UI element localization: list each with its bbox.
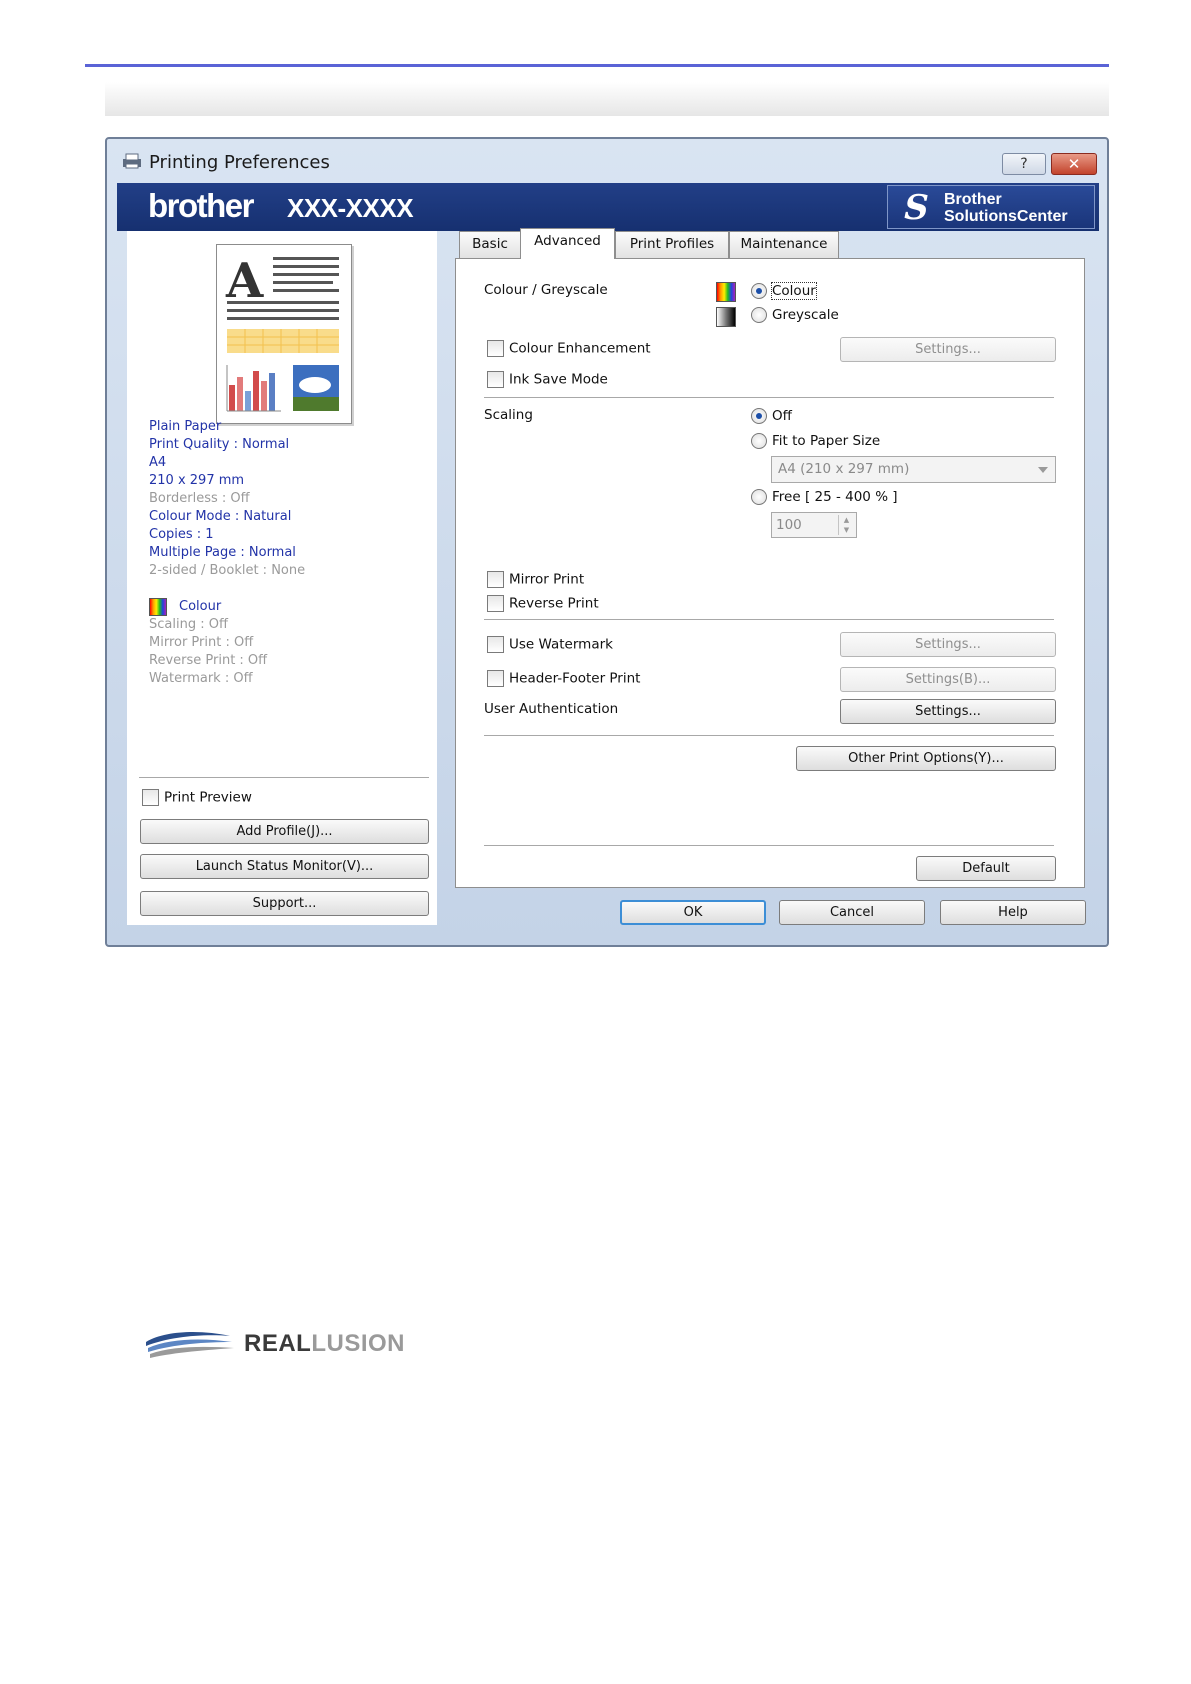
left-divider xyxy=(139,777,429,778)
greyscale-swatch-icon xyxy=(716,307,736,327)
model-name: XXX-XXXX xyxy=(287,193,414,223)
spin-buttons[interactable]: ▲ ▼ xyxy=(838,515,854,535)
ink-save-mode-checkbox[interactable]: Ink Save Mode xyxy=(487,371,608,388)
user-authentication-label: User Authentication xyxy=(484,701,619,717)
free-scaling-radio-button[interactable] xyxy=(751,489,767,505)
reallusion-swoosh-icon xyxy=(146,1332,234,1358)
fit-to-paper-size-radio[interactable]: Fit to Paper Size xyxy=(751,433,880,449)
summary-mirror-print: Mirror Print : Off xyxy=(149,635,254,650)
summary-colour-mode: Colour Mode : Natural xyxy=(149,509,292,524)
print-preview-thumbnail: A xyxy=(216,244,352,424)
scaling-label: Scaling xyxy=(484,407,533,423)
colour-radio-button[interactable] xyxy=(751,283,767,299)
other-print-options-button[interactable]: Other Print Options(Y)... xyxy=(796,746,1056,771)
greyscale-radio-button[interactable] xyxy=(751,307,767,323)
summary-print-quality: Print Quality : Normal xyxy=(149,437,290,452)
colour-icon xyxy=(149,598,167,616)
greyscale-radio[interactable]: Greyscale xyxy=(751,307,839,323)
top-rule xyxy=(85,64,1109,67)
summary-reverse-print: Reverse Print : Off xyxy=(149,653,268,668)
watermark-settings-button[interactable]: Settings... xyxy=(840,632,1056,657)
ok-button[interactable]: OK xyxy=(620,900,766,925)
title-bar[interactable]: Printing Preferences ? ✕ xyxy=(107,139,1107,181)
use-watermark-check[interactable] xyxy=(487,636,504,653)
divider xyxy=(484,735,1054,736)
use-watermark-checkbox[interactable]: Use Watermark xyxy=(487,636,613,653)
summary-media-type: Plain Paper xyxy=(149,419,222,434)
tab-advanced[interactable]: Advanced xyxy=(520,228,615,259)
header-footer-print-checkbox[interactable]: Header-Footer Print xyxy=(487,670,640,687)
spin-down-icon[interactable]: ▼ xyxy=(839,525,854,535)
colour-greyscale-label: Colour / Greyscale xyxy=(484,282,608,298)
solutions-center-label: Brother SolutionsCenter xyxy=(944,191,1068,225)
divider xyxy=(484,397,1054,398)
mirror-print-check[interactable] xyxy=(487,571,504,588)
colour-enhancement-settings-button[interactable]: Settings... xyxy=(840,337,1056,362)
summary-watermark: Watermark : Off xyxy=(149,671,253,686)
reverse-print-checkbox[interactable]: Reverse Print xyxy=(487,595,599,612)
close-button[interactable]: ✕ xyxy=(1051,153,1097,175)
reallusion-logo: REALLUSION xyxy=(142,1324,442,1364)
summary-copies: Copies : 1 xyxy=(149,527,214,542)
chevron-down-icon xyxy=(1038,467,1048,473)
brand-banner: brother XXX-XXXX S Brother SolutionsCent… xyxy=(117,183,1099,231)
mirror-print-checkbox[interactable]: Mirror Print xyxy=(487,571,584,588)
divider xyxy=(484,619,1054,620)
settings-summary: Plain Paper Print Quality : Normal A4 21… xyxy=(149,418,305,688)
summary-scaling: Scaling : Off xyxy=(149,617,228,632)
summary-multiple-page: Multiple Page : Normal xyxy=(149,545,296,560)
window-title: Printing Preferences xyxy=(149,152,330,173)
solutions-center-icon: S xyxy=(899,188,933,228)
header-footer-settings-button[interactable]: Settings(B)... xyxy=(840,667,1056,692)
summary-paper-dimensions: 210 x 297 mm xyxy=(149,473,245,488)
summary-2-sided: 2-sided / Booklet : None xyxy=(149,563,306,578)
free-scaling-radio[interactable]: Free [ 25 - 400 % ] xyxy=(751,489,898,505)
support-button[interactable]: Support... xyxy=(140,891,429,916)
tab-maintenance[interactable]: Maintenance xyxy=(729,231,839,258)
colour-radio[interactable]: Colour xyxy=(751,282,817,300)
solutions-center-button[interactable]: S Brother SolutionsCenter xyxy=(887,185,1095,229)
add-profile-button[interactable]: Add Profile(J)... xyxy=(140,819,429,844)
reverse-print-check[interactable] xyxy=(487,595,504,612)
print-preview-check[interactable] xyxy=(142,789,159,806)
brother-logo: brother xyxy=(148,187,255,224)
header-band xyxy=(105,82,1109,116)
printer-icon xyxy=(123,153,141,169)
print-preview-checkbox[interactable]: Print Preview xyxy=(142,789,252,806)
default-button[interactable]: Default xyxy=(916,856,1056,881)
divider xyxy=(484,845,1054,846)
summary-paper-size: A4 xyxy=(149,455,167,470)
summary-borderless: Borderless : Off xyxy=(149,491,250,506)
fit-to-paper-size-radio-button[interactable] xyxy=(751,433,767,449)
tab-print-profiles[interactable]: Print Profiles xyxy=(615,231,729,258)
help-button[interactable]: Help xyxy=(940,900,1086,925)
scaling-off-radio[interactable]: Off xyxy=(751,408,792,424)
launch-status-monitor-button[interactable]: Launch Status Monitor(V)... xyxy=(140,854,429,879)
header-footer-print-check[interactable] xyxy=(487,670,504,687)
user-authentication-settings-button[interactable]: Settings... xyxy=(840,699,1056,724)
tab-basic[interactable]: Basic xyxy=(459,231,521,258)
spin-up-icon[interactable]: ▲ xyxy=(839,515,854,525)
cancel-button[interactable]: Cancel xyxy=(779,900,925,925)
colour-enhancement-checkbox[interactable]: Colour Enhancement xyxy=(487,340,651,357)
paper-size-select[interactable]: A4 (210 x 297 mm) xyxy=(771,456,1056,483)
colour-swatch-icon xyxy=(716,282,736,302)
summary-colour: Colour xyxy=(149,598,305,616)
svg-text:A: A xyxy=(225,253,264,309)
free-scaling-spinbox[interactable]: 100 ▲ ▼ xyxy=(771,512,857,538)
help-title-button[interactable]: ? xyxy=(1002,153,1046,175)
reallusion-wordmark: REALLUSION xyxy=(244,1330,406,1357)
scaling-off-radio-button[interactable] xyxy=(751,408,767,424)
colour-enhancement-check[interactable] xyxy=(487,340,504,357)
ink-save-mode-check[interactable] xyxy=(487,371,504,388)
